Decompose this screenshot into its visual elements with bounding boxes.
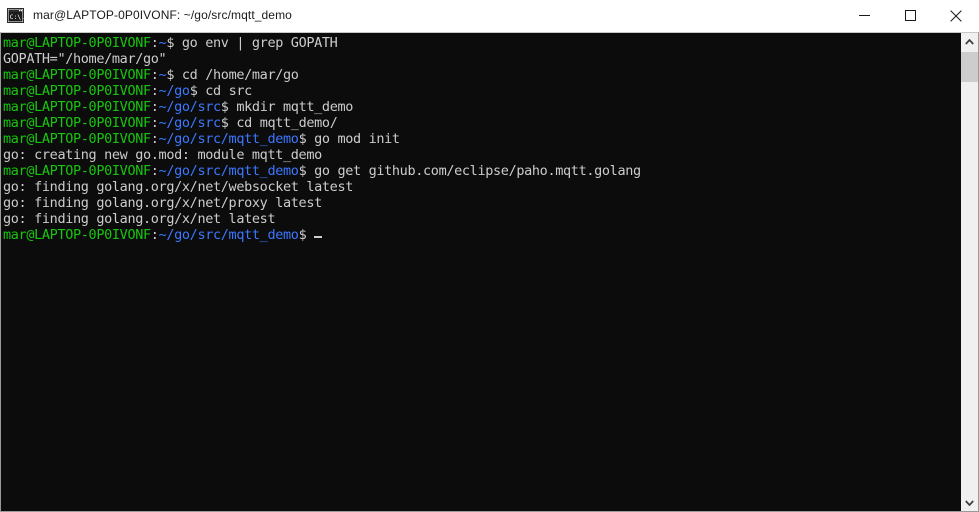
terminal-prompt-line: mar@LAPTOP-0P0IVONF:~$ cd /home/mar/go [3,67,960,83]
prompt-path: ~/go/src [158,115,222,131]
terminal-command: go get github.com/eclipse/paho.mqtt.gola… [306,163,641,179]
prompt-colon: : [150,131,159,147]
prompt-path: ~/go [158,83,190,99]
terminal-window: C:\. mar@LAPTOP-0P0IVONF: ~/go/src/mqtt_… [0,0,979,512]
prompt-dollar: $ [220,99,229,115]
prompt-dollar: $ [166,67,175,83]
terminal-prompt-line: mar@LAPTOP-0P0IVONF:~/go/src$ mkdir mqtt… [3,99,960,115]
prompt-path: ~/go/src/mqtt_demo [158,131,299,147]
chevron-down-icon [965,499,974,506]
close-icon [950,9,962,22]
chevron-up-icon [965,38,974,45]
prompt-path: ~/go/src/mqtt_demo [158,227,299,243]
terminal-output-line: GOPATH="/home/mar/go" [3,51,960,67]
prompt-colon: : [150,227,159,243]
scrollbar-track[interactable] [961,50,978,494]
terminal-prompt-line: mar@LAPTOP-0P0IVONF:~/go/src$ cd mqtt_de… [3,115,960,131]
window-title: mar@LAPTOP-0P0IVONF: ~/go/src/mqtt_demo [33,8,292,22]
terminal-command: go mod init [306,131,400,147]
terminal-output-line: go: finding golang.org/x/net latest [3,211,960,227]
scrollbar-down-button[interactable] [961,494,978,511]
prompt-colon: : [150,83,159,99]
close-button[interactable] [933,0,979,31]
terminal-screen[interactable]: mar@LAPTOP-0P0IVONF:~$ go env | grep GOP… [1,33,960,511]
prompt-user-host: mar@LAPTOP-0P0IVONF [3,227,151,243]
prompt-user-host: mar@LAPTOP-0P0IVONF [3,35,151,51]
prompt-user-host: mar@LAPTOP-0P0IVONF [3,99,151,115]
terminal-output-text: go: finding golang.org/x/net/websocket l… [3,179,353,195]
minimize-button[interactable] [841,0,887,31]
title-bar[interactable]: C:\. mar@LAPTOP-0P0IVONF: ~/go/src/mqtt_… [0,0,979,32]
console-icon: C:\. [7,8,24,23]
terminal-command: mkdir mqtt_demo [228,99,354,115]
terminal-output-text: go: finding golang.org/x/net latest [3,211,276,227]
prompt-dollar: $ [166,35,175,51]
terminal-prompt-line: mar@LAPTOP-0P0IVONF:~/go$ cd src [3,83,960,99]
prompt-colon: : [150,115,159,131]
terminal-command: cd /home/mar/go [174,67,299,83]
prompt-path: ~/go/src/mqtt_demo [158,163,299,179]
window-controls [841,0,979,31]
maximize-button[interactable] [887,0,933,31]
terminal-area: mar@LAPTOP-0P0IVONF:~$ go env | grep GOP… [0,32,979,512]
terminal-output-text: GOPATH="/home/mar/go" [3,51,167,67]
prompt-dollar: $ [298,227,307,243]
terminal-command: go env | grep GOPATH [174,35,338,51]
terminal-prompt-line: mar@LAPTOP-0P0IVONF:~/go/src/mqtt_demo$ … [3,163,960,179]
scrollbar[interactable] [960,33,978,511]
terminal-output-line: go: finding golang.org/x/net/websocket l… [3,179,960,195]
svg-text:C:\.: C:\. [10,13,24,21]
prompt-dollar: $ [220,115,229,131]
prompt-user-host: mar@LAPTOP-0P0IVONF [3,131,151,147]
prompt-colon: : [150,67,159,83]
prompt-user-host: mar@LAPTOP-0P0IVONF [3,115,151,131]
terminal-prompt-line: mar@LAPTOP-0P0IVONF:~/go/src/mqtt_demo$ [3,227,960,243]
terminal-command: cd src [197,83,252,99]
prompt-user-host: mar@LAPTOP-0P0IVONF [3,67,151,83]
scrollbar-thumb[interactable] [961,52,978,82]
prompt-colon: : [150,35,159,51]
prompt-path: ~/go/src [158,99,222,115]
terminal-command: cd mqtt_demo/ [228,115,338,131]
terminal-output-text: go: finding golang.org/x/net/proxy lates… [3,195,322,211]
scrollbar-up-button[interactable] [961,33,978,50]
prompt-colon: : [150,163,159,179]
terminal-prompt-line: mar@LAPTOP-0P0IVONF:~$ go env | grep GOP… [3,35,960,51]
prompt-colon: : [150,99,159,115]
terminal-prompt-line: mar@LAPTOP-0P0IVONF:~/go/src/mqtt_demo$ … [3,131,960,147]
terminal-output-line: go: finding golang.org/x/net/proxy lates… [3,195,960,211]
minimize-icon [858,15,870,16]
prompt-user-host: mar@LAPTOP-0P0IVONF [3,163,151,179]
prompt-user-host: mar@LAPTOP-0P0IVONF [3,83,151,99]
terminal-output-text: go: creating new go.mod: module mqtt_dem… [3,147,322,163]
maximize-icon [904,10,916,21]
terminal-output-line: go: creating new go.mod: module mqtt_dem… [3,147,960,163]
terminal-cursor [314,236,323,238]
